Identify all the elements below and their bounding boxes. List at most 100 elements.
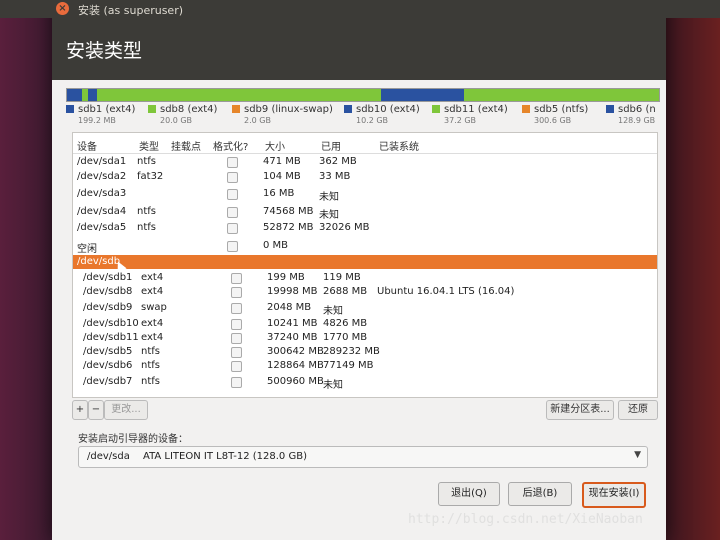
table-row[interactable]: /dev/sdb7 ntfs 500960 MB 未知: [73, 375, 657, 391]
column-header[interactable]: 挂载点: [171, 138, 201, 153]
format-checkbox[interactable]: [231, 361, 242, 372]
table-row[interactable]: /dev/sdb8 ext4 19998 MB 2688 MB Ubuntu 16.04…: [73, 285, 657, 300]
column-header[interactable]: 已装系统: [379, 138, 419, 153]
device-cell: /dev/sda5: [77, 222, 127, 233]
legend-label: sdb10 (ext4): [356, 104, 420, 115]
size-cell: 2048 MB: [267, 302, 312, 313]
column-header[interactable]: 类型: [139, 138, 159, 153]
header: 安装类型: [52, 18, 666, 80]
size-cell: 0 MB: [263, 240, 289, 251]
legend-swatch: [432, 105, 440, 113]
chevron-down-icon: ▼: [634, 450, 641, 460]
format-checkbox[interactable]: [231, 377, 242, 388]
table-row[interactable]: /dev/sda4 ntfs 74568 MB 未知: [73, 205, 657, 221]
legend-item: sdb8 (ext4) 20.0 GB: [148, 104, 217, 125]
column-header[interactable]: 格式化?: [213, 138, 248, 153]
add-partition-button[interactable]: +: [72, 400, 88, 420]
legend-swatch: [148, 105, 156, 113]
size-cell: 500960 MB: [267, 376, 324, 387]
column-header[interactable]: 已用: [321, 138, 341, 153]
partition-legend: sdb1 (ext4) 199.2 MB sdb8 (ext4) 20.0 GB sdb…: [66, 104, 666, 128]
table-row[interactable]: /dev/sdb10 ext4 10241 MB 4826 MB: [73, 317, 657, 332]
used-cell: 未知: [323, 380, 343, 391]
used-cell: 33 MB: [319, 171, 351, 182]
legend-size: 20.0 GB: [160, 116, 193, 125]
device-cell: /dev/sda4: [77, 206, 127, 217]
format-checkbox[interactable]: [227, 241, 238, 252]
size-cell: 10241 MB: [267, 318, 318, 329]
legend-size: 10.2 GB: [356, 116, 389, 125]
new-partition-table-button[interactable]: 新建分区表...: [546, 400, 614, 420]
table-row[interactable]: /dev/sda5 ntfs 52872 MB 32026 MB: [73, 221, 657, 236]
format-checkbox[interactable]: [231, 319, 242, 330]
format-checkbox[interactable]: [231, 287, 242, 298]
boot-loader-label: 安装启动引导器的设备：: [78, 434, 188, 445]
table-row[interactable]: /dev/sdb6 ntfs 128864 MB 77149 MB: [73, 359, 657, 374]
table-row[interactable]: /dev/sdb: [73, 255, 657, 269]
used-cell: 119 MB: [323, 272, 361, 283]
format-checkbox[interactable]: [227, 189, 238, 200]
device-cell: /dev/sdb6: [83, 360, 133, 371]
page-title: 安装类型: [66, 40, 143, 62]
table-row[interactable]: /dev/sda1 ntfs 471 MB 362 MB: [73, 155, 657, 170]
close-icon[interactable]: ×: [56, 2, 69, 15]
device-cell: /dev/sdb8: [83, 286, 133, 297]
table-header: 设备 类型 挂载点 格式化? 大小 已用 已装系统: [73, 133, 657, 154]
column-header[interactable]: 大小: [265, 138, 285, 153]
partition-bar-segment: [87, 89, 97, 101]
format-checkbox[interactable]: [227, 157, 238, 168]
table-row[interactable]: /dev/sda3 16 MB 未知: [73, 187, 657, 203]
legend-size: 128.9 GB: [618, 116, 656, 125]
format-checkbox[interactable]: [231, 347, 242, 358]
table-row[interactable]: 空闲 0 MB: [73, 239, 657, 255]
size-cell: 74568 MB: [263, 206, 314, 217]
column-header[interactable]: 设备: [77, 138, 97, 153]
legend-item: sdb9 (linux-swap) 2.0 GB: [232, 104, 333, 125]
size-cell: 199 MB: [267, 272, 305, 283]
device-cell: /dev/sdb7: [83, 376, 133, 387]
install-now-button[interactable]: 现在安装(I): [582, 482, 646, 508]
size-cell: 104 MB: [263, 171, 301, 182]
table-row[interactable]: /dev/sdb5 ntfs 300642 MB 289232 MB: [73, 345, 657, 360]
size-cell: 300642 MB: [267, 346, 324, 357]
table-row[interactable]: /dev/sdb9 swap 2048 MB 未知: [73, 301, 657, 317]
format-checkbox[interactable]: [227, 172, 238, 183]
legend-item: sdb11 (ext4) 37.2 GB: [432, 104, 508, 125]
table-row[interactable]: /dev/sdb11 ext4 37240 MB 1770 MB: [73, 331, 657, 346]
format-checkbox[interactable]: [231, 273, 242, 284]
legend-item: sdb6 (n 128.9 GB: [606, 104, 656, 125]
legend-size: 199.2 MB: [78, 116, 116, 125]
partition-bar-segment: [463, 89, 659, 101]
format-checkbox[interactable]: [227, 207, 238, 218]
partition-bar-segment: [67, 89, 82, 101]
legend-size: 2.0 GB: [244, 116, 271, 125]
revert-button[interactable]: 还原: [618, 400, 658, 420]
partition-bar-segment: [96, 89, 381, 101]
table-row[interactable]: /dev/sdb1 ext4 199 MB 119 MB: [73, 271, 657, 286]
size-cell: 37240 MB: [267, 332, 318, 343]
used-cell: 未知: [319, 192, 339, 203]
boot-device-desc: ATA LITEON IT L8T-12 (128.0 GB): [143, 451, 307, 462]
window-title: 安装 (as superuser): [78, 4, 184, 17]
watermark: http://blog.csdn.net/XieNaoban: [408, 512, 643, 527]
boot-loader-select[interactable]: /dev/sda ATA LITEON IT L8T-12 (128.0 GB)…: [78, 446, 648, 468]
table-row[interactable]: /dev/sda2 fat32 104 MB 33 MB: [73, 170, 657, 185]
format-checkbox[interactable]: [231, 333, 242, 344]
legend-item: sdb1 (ext4) 199.2 MB: [66, 104, 135, 125]
used-cell: 1770 MB: [323, 332, 368, 343]
format-checkbox[interactable]: [227, 223, 238, 234]
partition-table[interactable]: 设备 类型 挂载点 格式化? 大小 已用 已装系统 /dev/sda1 ntfs 471 MB 3…: [72, 132, 658, 398]
type-cell: ntfs: [137, 222, 156, 233]
remove-partition-button[interactable]: −: [88, 400, 104, 420]
format-checkbox[interactable]: [231, 303, 242, 314]
boot-device: /dev/sda: [87, 451, 130, 462]
partition-bar: [66, 88, 660, 102]
quit-button[interactable]: 退出(Q): [438, 482, 500, 506]
back-button[interactable]: 后退(B): [508, 482, 572, 506]
change-partition-button[interactable]: 更改...: [104, 400, 148, 420]
legend-label: sdb5 (ntfs): [534, 104, 589, 115]
device-cell: /dev/sda3: [77, 188, 127, 199]
legend-swatch: [66, 105, 74, 113]
size-cell: 16 MB: [263, 188, 295, 199]
installer-window: × 安装 (as superuser) 安装类型 sdb1 (ext4) 199.…: [0, 0, 720, 540]
